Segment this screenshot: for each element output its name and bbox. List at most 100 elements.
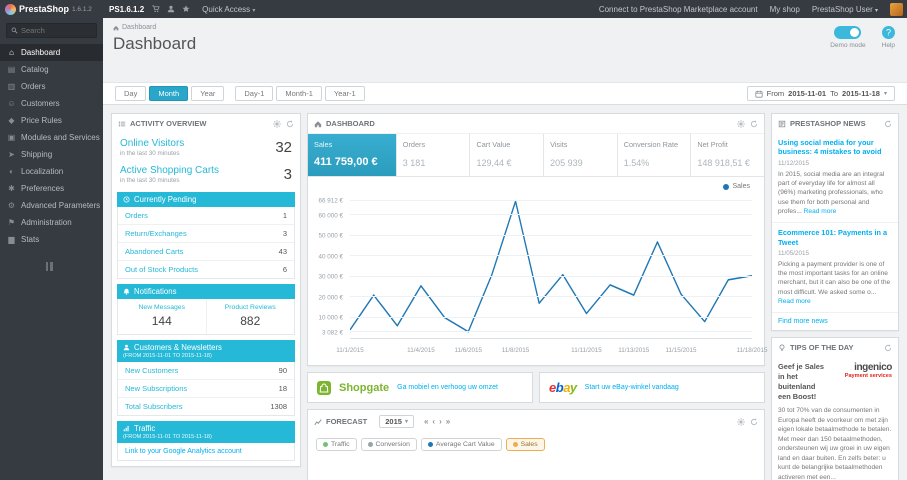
range-month-1-button[interactable]: Month-1 <box>276 86 322 101</box>
kpi-orders[interactable]: Orders 3 181 <box>397 134 471 176</box>
sidebar-item-orders[interactable]: ▥ Orders <box>0 78 103 95</box>
forecast-year-value: 2015 <box>385 417 402 426</box>
new-messages-tile[interactable]: New Messages 144 <box>118 299 207 334</box>
sidebar-collapse-button[interactable] <box>45 262 58 271</box>
kpi-cart-value[interactable]: Cart Value 129,44 € <box>470 134 545 176</box>
sidebar-search[interactable] <box>6 23 97 38</box>
shopgate-logo: Shopgate <box>339 381 390 394</box>
range-year-1-button[interactable]: Year-1 <box>324 86 365 101</box>
gear-icon[interactable] <box>273 120 281 128</box>
pending-row-returns[interactable]: Return/Exchanges 3 <box>118 225 294 243</box>
sidebar-item-administration[interactable]: ⚑ Administration <box>0 214 103 231</box>
kpi-label: Cart Value <box>476 140 511 149</box>
forecast-toggle-sales[interactable]: Sales <box>505 438 545 451</box>
chart-y-tick: 10 000 € <box>318 314 343 322</box>
chart-legend[interactable]: Sales <box>723 183 750 190</box>
active-carts-label[interactable]: Active Shopping Carts <box>120 165 219 176</box>
user-menu[interactable]: PrestaShop User ▾ <box>812 5 878 14</box>
forecast-toggle-traffic[interactable]: Traffic <box>316 438 357 451</box>
dashboard-icon <box>314 120 322 128</box>
forecast-toggle-average-cart-value[interactable]: Average Cart Value <box>420 438 502 451</box>
date-range-picker[interactable]: From 2015-11-01 To 2015-11-18 ▾ <box>746 86 895 101</box>
sidebar-item-dashboard[interactable]: ⌂ Dashboard <box>0 44 103 61</box>
customers-row-total-subscribers[interactable]: Total Subscribers 1308 <box>118 398 294 415</box>
kpi-net-profit[interactable]: Net Profit 148 918,51 € <box>691 134 764 176</box>
avatar[interactable] <box>890 2 903 16</box>
kpi-conversion-rate[interactable]: Conversion Rate 1.54% <box>618 134 692 176</box>
calendar-icon <box>755 90 763 98</box>
refresh-icon[interactable] <box>750 120 758 128</box>
read-more-link[interactable]: Read more <box>804 208 837 215</box>
pager-prev-button[interactable]: ‹ <box>432 417 435 426</box>
kpi-sales[interactable]: Sales 411 759,00 € <box>308 134 397 176</box>
news-item-title[interactable]: Ecommerce 101: Payments in a Tweet <box>778 228 892 247</box>
gear-icon[interactable] <box>737 120 745 128</box>
shopgate-link[interactable]: Ga mobiel en verhoog uw omzet <box>397 384 498 391</box>
profile-icon[interactable] <box>167 5 175 13</box>
pending-row-orders[interactable]: Orders 1 <box>118 207 294 225</box>
find-more-news-link[interactable]: Find more news <box>772 313 898 330</box>
cart-icon[interactable] <box>152 5 160 13</box>
chart-x-tick: 11/13/2015 <box>618 347 650 354</box>
kpi-visits[interactable]: Visits 205 939 <box>544 134 618 176</box>
product-reviews-tile[interactable]: Product Reviews 882 <box>207 299 295 334</box>
advanced-parameters-icon: ⚙ <box>7 201 16 210</box>
marketplace-link[interactable]: Connect to PrestaShop Marketplace accoun… <box>599 5 758 14</box>
prestashop-logo[interactable]: PrestaShop 1.6.1.2 <box>0 3 103 15</box>
pending-row-abandoned-carts[interactable]: Abandoned Carts 43 <box>118 243 294 261</box>
pager-next-button[interactable]: › <box>439 417 442 426</box>
sidebar-item-catalog[interactable]: ▤ Catalog <box>0 61 103 78</box>
sidebar-item-preferences[interactable]: ✱ Preferences <box>0 180 103 197</box>
breadcrumb[interactable]: Dashboard <box>103 18 907 31</box>
refresh-icon[interactable] <box>884 344 892 352</box>
user-menu-label: PrestaShop User <box>811 4 873 14</box>
sidebar-item-label: Preferences <box>21 184 65 193</box>
ebay-link[interactable]: Start uw eBay-winkel vandaag <box>585 384 679 391</box>
search-input[interactable] <box>21 26 85 35</box>
sidebar-item-localization[interactable]: ◐ Localization <box>0 163 103 180</box>
read-more-link[interactable]: Read more <box>778 298 811 305</box>
forecast-year-select[interactable]: 2015 ▾ <box>379 415 414 428</box>
top-bar: PrestaShop 1.6.1.2 PS1.6.1.2 Quick Acces… <box>0 0 907 18</box>
tips-body-text: 30 tot 70% van de consumenten in Europa … <box>778 407 892 480</box>
customers-row-new-customers[interactable]: New Customers 90 <box>118 362 294 380</box>
customers-row-new-subscriptions[interactable]: New Subscriptions 18 <box>118 380 294 398</box>
row-label: Total Subscribers <box>125 402 183 411</box>
online-visitors-label[interactable]: Online Visitors <box>120 138 184 149</box>
range-day-1-button[interactable]: Day-1 <box>235 86 274 101</box>
trophy-icon[interactable] <box>182 5 190 13</box>
quick-access-menu[interactable]: Quick Access ▾ <box>202 5 255 14</box>
shopgate-module-banner[interactable]: Shopgate Ga mobiel en verhoog uw omzet <box>307 372 533 403</box>
row-label: Orders <box>125 211 148 220</box>
range-year-button[interactable]: Year <box>191 86 225 101</box>
news-item-title[interactable]: Using social media for your business: 4 … <box>778 138 892 157</box>
chevron-down-icon: ▾ <box>874 7 878 14</box>
help-icon[interactable] <box>882 26 895 39</box>
forecast-toggle-conversion[interactable]: Conversion <box>360 438 417 451</box>
refresh-icon[interactable] <box>750 418 758 426</box>
pending-row-out-of-stock[interactable]: Out of Stock Products 6 <box>118 261 294 278</box>
sidebar-item-shipping[interactable]: ➤ Shipping <box>0 146 103 163</box>
pager-first-button[interactable]: « <box>424 417 428 426</box>
google-analytics-link[interactable]: Link to your Google Analytics account <box>118 443 294 460</box>
sidebar-item-price-rules[interactable]: ◆ Price Rules <box>0 112 103 129</box>
notifications-title: Notifications <box>134 287 177 296</box>
date-from-value: 2015-11-01 <box>788 89 827 98</box>
sidebar-item-advanced-parameters[interactable]: ⚙ Advanced Parameters <box>0 197 103 214</box>
sidebar-item-customers[interactable]: ☺ Customers <box>0 95 103 112</box>
kpi-label: Sales <box>314 140 333 149</box>
sidebar-item-modules-and-services[interactable]: ▣ Modules and Services <box>0 129 103 146</box>
kpi-value: 1.54% <box>623 158 650 168</box>
sidebar-item-stats[interactable]: ▆ Stats <box>0 231 103 248</box>
shop-name-link[interactable]: PS1.6.1.2 <box>109 5 144 14</box>
demo-mode-toggle[interactable] <box>834 26 862 39</box>
my-shop-link[interactable]: My shop <box>770 5 800 14</box>
refresh-icon[interactable] <box>286 120 294 128</box>
pager-last-button[interactable]: » <box>446 417 450 426</box>
range-month-button[interactable]: Month <box>149 86 189 101</box>
range-day-button[interactable]: Day <box>115 86 147 101</box>
chart-x-tick: 11/1/2015 <box>336 347 364 354</box>
ebay-module-banner[interactable]: ebay Start uw eBay-winkel vandaag <box>539 372 765 403</box>
refresh-icon[interactable] <box>884 120 892 128</box>
gear-icon[interactable] <box>737 418 745 426</box>
